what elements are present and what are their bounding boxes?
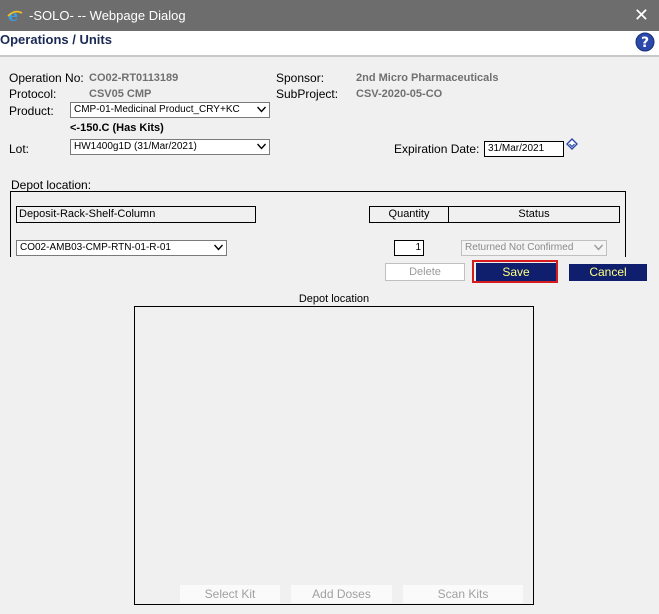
column-header-location: Deposit-Rack-Shelf-Column [16, 206, 256, 223]
chevron-down-icon [214, 244, 223, 251]
chevron-down-icon [594, 244, 603, 251]
lot-select-value: HW1400g1D (31/Mar/2021) [74, 141, 197, 152]
status-select: Returned Not Confirmed [461, 240, 607, 256]
depot-location-value: CO02-AMB03-CMP-RTN-01-R-01 [20, 242, 171, 253]
subproject-label: SubProject: [276, 87, 339, 101]
product-select[interactable]: CMP-01-Medicinal Product_CRY+KC [70, 102, 270, 118]
subproject-value: CSV-2020-05-CO [356, 88, 443, 100]
ie-icon: e [7, 7, 23, 23]
close-icon[interactable]: ✕ [634, 4, 649, 26]
depot-location-select[interactable]: CO02-AMB03-CMP-RTN-01-R-01 [16, 240, 227, 256]
sponsor-label: Sponsor: [276, 71, 325, 85]
quantity-input[interactable]: 1 [394, 240, 424, 256]
operation-no-label: Operation No: [9, 71, 84, 85]
select-kit-button[interactable]: Select Kit [180, 585, 280, 603]
scan-kits-button[interactable]: Scan Kits [403, 585, 523, 603]
status-value: Returned Not Confirmed [465, 242, 574, 253]
depot-grid [134, 306, 534, 605]
chevron-down-icon [257, 143, 266, 150]
protocol-label: Protocol: [9, 87, 57, 101]
window-titlebar: e -SOLO- -- Webpage Dialog ✕ [0, 0, 659, 31]
page-title: Operations / Units [0, 32, 112, 47]
add-doses-button[interactable]: Add Doses [291, 585, 392, 603]
delete-button[interactable]: Delete [385, 263, 465, 281]
column-header-status: Status [448, 206, 620, 223]
calendar-icon[interactable] [565, 138, 579, 152]
expiration-date-field[interactable]: 31/Mar/2021 [484, 141, 564, 157]
grid-title: Depot location [298, 293, 370, 305]
cancel-button[interactable]: Cancel [569, 264, 647, 281]
window-title: -SOLO- -- Webpage Dialog [29, 8, 186, 23]
operation-no-value: CO02-RT0113189 [89, 72, 179, 84]
chevron-down-icon [257, 106, 266, 113]
save-button[interactable]: Save [476, 263, 556, 281]
svg-text:?: ? [641, 35, 649, 51]
sponsor-value: 2nd Micro Pharmaceuticals [356, 72, 499, 84]
depot-section-label: Depot location: [11, 178, 92, 192]
expiration-label: Expiration Date: [394, 142, 480, 156]
lot-label: Lot: [9, 142, 30, 156]
product-select-value: CMP-01-Medicinal Product_CRY+KC [74, 104, 240, 115]
page-header: Operations / Units ? [0, 31, 659, 57]
quantity-value: 1 [415, 242, 421, 253]
lot-select[interactable]: HW1400g1D (31/Mar/2021) [70, 139, 270, 155]
expiration-date-value: 31/Mar/2021 [488, 143, 545, 154]
column-header-quantity: Quantity [369, 206, 449, 223]
product-note: <-150.C (Has Kits) [70, 122, 164, 134]
product-label: Product: [9, 104, 54, 118]
protocol-value: CSV05 CMP [89, 88, 152, 100]
help-icon[interactable]: ? [635, 32, 655, 52]
